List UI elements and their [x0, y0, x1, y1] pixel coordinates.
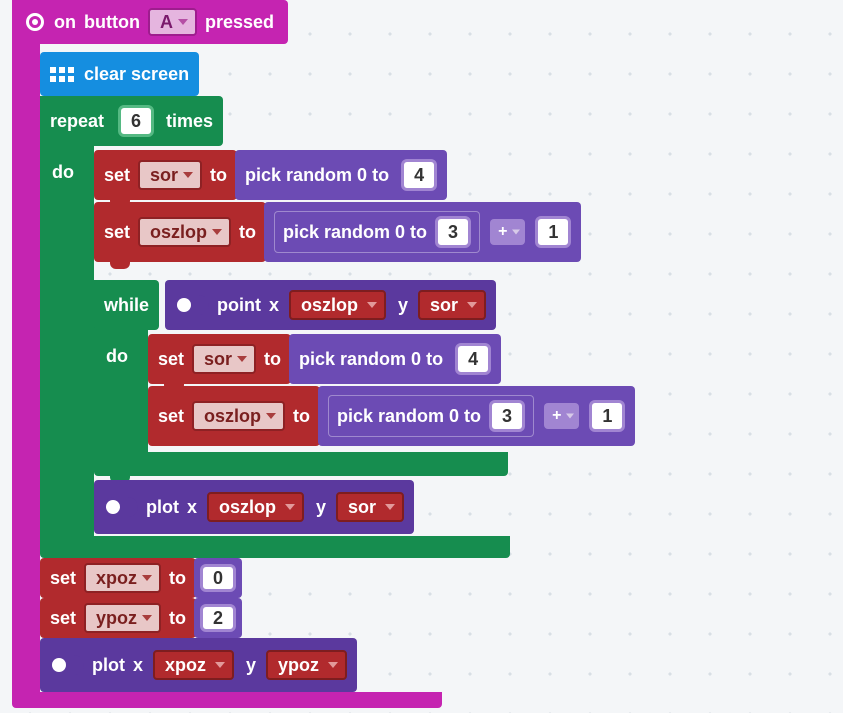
set-label: set [104, 165, 130, 186]
toggle-icon [175, 295, 209, 315]
to-label: to [293, 406, 310, 427]
button-dropdown[interactable]: A [148, 8, 197, 36]
to-label: to [210, 165, 227, 186]
operator-dropdown[interactable]: + [490, 219, 525, 245]
set-sor-block[interactable]: set sor to [94, 150, 237, 200]
math-plus-block[interactable]: pick random 0 to 3 + 1 [318, 386, 635, 446]
repeat-footer [40, 536, 510, 558]
x-label: x [133, 655, 143, 676]
repeat-block[interactable]: repeat 6 times [40, 96, 223, 146]
plus-operand-input[interactable]: 1 [589, 400, 625, 432]
set-sor-row-1: set sor to pick random 0 to 4 [94, 150, 447, 200]
to-label: to [169, 608, 186, 629]
do-label: do [52, 162, 74, 183]
toggle-icon [104, 497, 138, 517]
xpoz-val-wrap: 0 [194, 558, 242, 598]
math-plus-block[interactable]: pick random 0 to 3 + 1 [264, 202, 581, 262]
ypoz-input[interactable]: 2 [200, 604, 236, 632]
var-ypoz-dropdown[interactable]: ypoz [84, 603, 161, 633]
pick-random-4[interactable]: pick random 0 to 4 [235, 150, 447, 200]
clear-screen-block[interactable]: clear screen [40, 52, 199, 96]
pick-max-input[interactable]: 4 [401, 159, 437, 191]
pick-max-input[interactable]: 3 [489, 400, 525, 432]
clear-label: clear screen [84, 64, 189, 85]
set-label: set [104, 222, 130, 243]
hat-footer [12, 692, 442, 708]
set-label: set [158, 349, 184, 370]
pick-random-4[interactable]: pick random 0 to 4 [289, 334, 501, 384]
operator-dropdown[interactable]: + [544, 403, 579, 429]
on-label: on [54, 12, 76, 33]
set-xpoz-block[interactable]: set xpoz to [40, 558, 196, 598]
x-var[interactable]: oszlop [289, 290, 386, 320]
var-sor-dropdown[interactable]: sor [192, 344, 256, 374]
set-oszlop-block[interactable]: set oszlop to [94, 202, 266, 262]
pick-max-input[interactable]: 3 [435, 216, 471, 248]
repeat-count-input[interactable]: 6 [118, 105, 154, 137]
xpoz-input[interactable]: 0 [200, 564, 236, 592]
set-ypoz-block[interactable]: set ypoz to [40, 598, 196, 638]
set-sor-row-2: set sor to pick random 0 to 4 [148, 334, 501, 384]
while-block[interactable]: while point x oszlop y sor [94, 280, 496, 330]
point-block[interactable]: point x oszlop y sor [165, 280, 496, 330]
while-footer [94, 452, 508, 476]
pick-label: pick random 0 to [299, 349, 443, 370]
plus-operand-input[interactable]: 1 [535, 216, 571, 248]
x-label: x [269, 295, 279, 316]
set-label: set [158, 406, 184, 427]
pressed-label: pressed [205, 12, 274, 33]
plot-label: plot [92, 655, 125, 676]
x-label: x [187, 497, 197, 518]
plot-block-1[interactable]: plot x oszlop y sor [94, 480, 414, 534]
set-ypoz-row: set ypoz to 2 [40, 598, 242, 638]
to-label: to [239, 222, 256, 243]
on-button-pressed-block[interactable]: on button A pressed [12, 0, 288, 44]
pick-label: pick random 0 to [283, 222, 427, 243]
button-label: button [84, 12, 140, 33]
to-label: to [264, 349, 281, 370]
pick-max-input[interactable]: 4 [455, 343, 491, 375]
pick-label: pick random 0 to [245, 165, 389, 186]
set-sor-block[interactable]: set sor to [148, 334, 291, 384]
pick-label: pick random 0 to [337, 406, 481, 427]
toggle-icon [50, 655, 84, 675]
var-xpoz-dropdown[interactable]: xpoz [84, 563, 161, 593]
var-oszlop-dropdown[interactable]: oszlop [192, 401, 285, 431]
y-label: y [398, 295, 408, 316]
point-label: point [217, 295, 261, 316]
set-xpoz-row: set xpoz to 0 [40, 558, 242, 598]
y-label: y [316, 497, 326, 518]
var-sor-dropdown[interactable]: sor [138, 160, 202, 190]
y-var[interactable]: ypoz [266, 650, 347, 680]
set-label: set [50, 568, 76, 589]
x-var[interactable]: oszlop [207, 492, 304, 522]
do-label: do [106, 346, 128, 367]
y-label: y [246, 655, 256, 676]
times-label: times [166, 111, 213, 132]
x-var[interactable]: xpoz [153, 650, 234, 680]
event-icon [26, 13, 44, 31]
to-label: to [169, 568, 186, 589]
while-label: while [104, 295, 149, 316]
set-oszlop-row-1: set oszlop to pick random 0 to 3 + 1 [94, 202, 581, 262]
ypoz-val-wrap: 2 [194, 598, 242, 638]
set-oszlop-block[interactable]: set oszlop to [148, 386, 320, 446]
grid-icon [50, 67, 74, 82]
plot-block-2[interactable]: plot x xpoz y ypoz [40, 638, 357, 692]
var-oszlop-dropdown[interactable]: oszlop [138, 217, 231, 247]
set-label: set [50, 608, 76, 629]
hat-spine [12, 0, 40, 704]
y-var[interactable]: sor [336, 492, 404, 522]
set-oszlop-row-2: set oszlop to pick random 0 to 3 + 1 [148, 386, 635, 446]
plot-label: plot [146, 497, 179, 518]
repeat-label: repeat [50, 111, 104, 132]
y-var[interactable]: sor [418, 290, 486, 320]
